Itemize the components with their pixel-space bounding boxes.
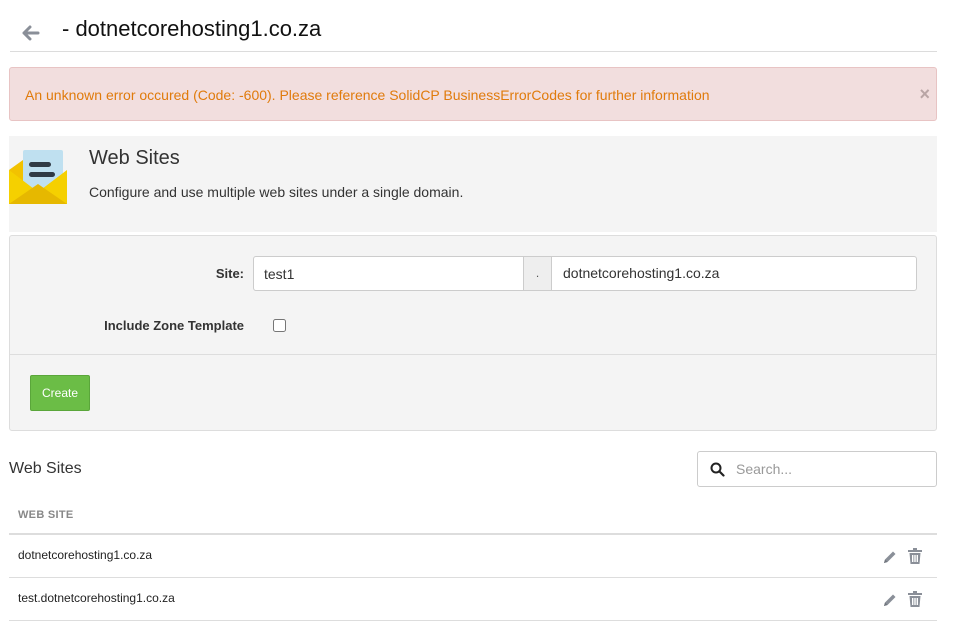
- intro-section: Web Sites Configure and use multiple web…: [9, 136, 937, 232]
- trash-icon[interactable]: [908, 591, 922, 607]
- site-label: Site:: [215, 266, 244, 281]
- search-box[interactable]: [697, 451, 937, 487]
- web-site-link[interactable]: test.dotnetcorehosting1.co.za: [18, 591, 175, 605]
- error-alert: An unknown error occured (Code: -600). P…: [9, 67, 937, 121]
- panel-divider: [10, 354, 936, 355]
- pencil-icon[interactable]: [882, 592, 898, 608]
- arrow-left-icon[interactable]: [22, 24, 40, 42]
- page-title: - dotnetcorehosting1.co.za: [62, 16, 322, 41]
- search-icon: [710, 462, 725, 477]
- column-header-web-site[interactable]: WEB SITE: [18, 509, 74, 521]
- create-site-panel: Site: . dotnetcorehosting1.co.za Include…: [9, 235, 937, 431]
- zone-template-checkbox[interactable]: [273, 319, 286, 332]
- section-description: Configure and use multiple web sites und…: [89, 184, 464, 200]
- pencil-icon[interactable]: [882, 549, 898, 565]
- domain-separator: .: [523, 256, 552, 291]
- zone-template-label: Include Zone Template: [104, 318, 244, 333]
- table-row: dotnetcorehosting1.co.za: [9, 535, 937, 578]
- page-header: - dotnetcorehosting1.co.za: [10, 12, 937, 52]
- trash-icon[interactable]: [908, 548, 922, 564]
- web-sites-envelope-icon: [9, 150, 67, 204]
- close-icon[interactable]: ×: [919, 85, 930, 103]
- web-sites-table: WEB SITE dotnetcorehosting1.co.za test.d…: [9, 497, 937, 621]
- site-input[interactable]: [253, 256, 524, 291]
- web-site-link[interactable]: dotnetcorehosting1.co.za: [18, 548, 152, 562]
- create-button[interactable]: Create: [30, 375, 90, 411]
- web-sites-list-title: Web Sites: [9, 460, 82, 477]
- search-input[interactable]: [736, 453, 931, 485]
- alert-message: An unknown error occured (Code: -600). P…: [25, 87, 710, 103]
- table-header: WEB SITE: [9, 497, 937, 535]
- table-row: test.dotnetcorehosting1.co.za: [9, 578, 937, 621]
- section-title: Web Sites: [89, 147, 180, 169]
- domain-name: dotnetcorehosting1.co.za: [551, 256, 917, 291]
